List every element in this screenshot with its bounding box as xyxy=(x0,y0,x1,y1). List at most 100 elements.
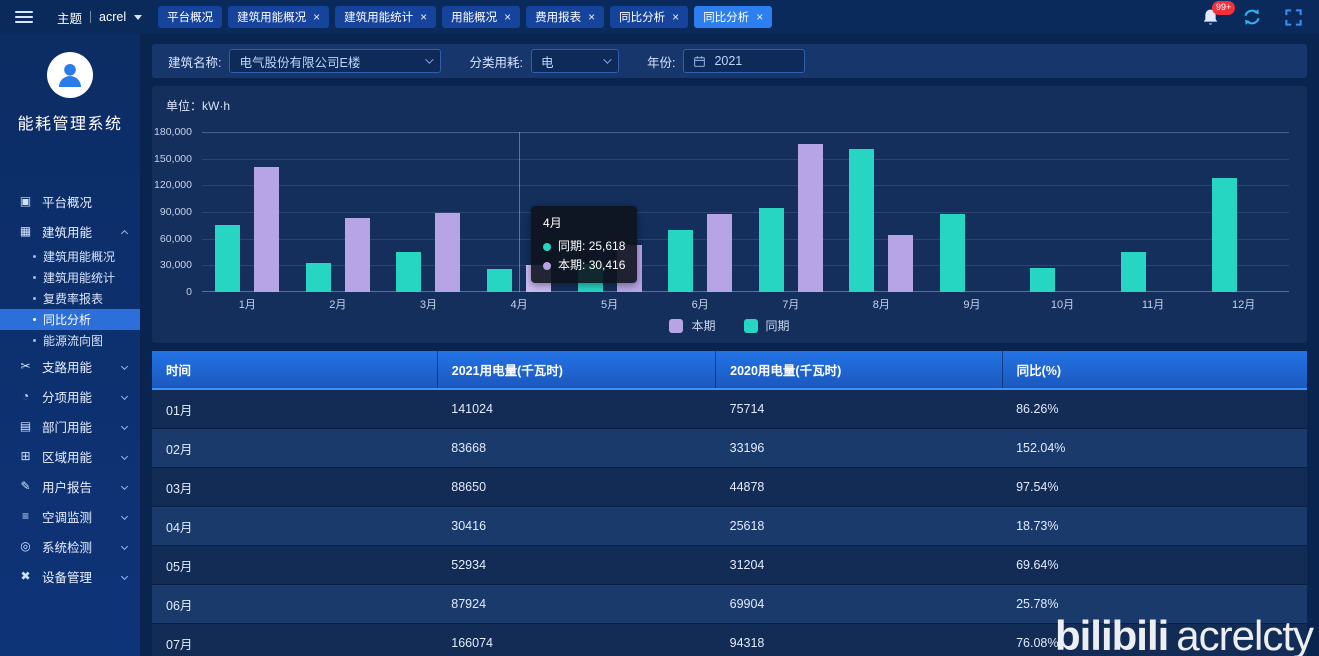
table-cell: 97.54% xyxy=(1002,467,1307,507)
table-cell: 33196 xyxy=(715,428,1003,468)
chevron-up-icon xyxy=(120,229,129,238)
hamburger-menu-icon[interactable] xyxy=(15,11,33,23)
sidebar-item-label: 用户报告 xyxy=(42,480,93,495)
table-row: 02月 83668 33196 152.04% xyxy=(152,428,1307,468)
tab-platform-overview[interactable]: 平台概况 xyxy=(158,6,223,28)
topbar: 主题 acrel 平台概况 建筑用能概况 × 建筑用能统计 × 用能概况 × 费用报表 × 同比分… xyxy=(0,0,1319,34)
y-tick-label: 150,000 xyxy=(154,152,192,165)
bar-同期-11月[interactable] xyxy=(1121,252,1147,292)
bar-本期-6月[interactable] xyxy=(707,213,733,292)
sidebar-menu: ▣ 平台概况 ▦ 建筑用能 建筑用能概况建筑用能统计复费率报表 同比分析能源流向图 ✂ 支路用… xyxy=(0,186,140,591)
tab-close-icon[interactable]: × xyxy=(588,11,595,23)
fullscreen-button[interactable] xyxy=(1284,8,1303,27)
sidebar-subitem-building-energy-overview[interactable]: 建筑用能概况 xyxy=(0,246,140,267)
bar-同期-12月[interactable] xyxy=(1211,178,1237,292)
y-tick-label: 30,000 xyxy=(159,259,192,272)
bar-本期-3月[interactable] xyxy=(435,213,461,292)
bar-同期-9月[interactable] xyxy=(939,213,965,292)
bar-同期-3月[interactable] xyxy=(396,252,422,292)
legend-item-本期[interactable]: 本期 xyxy=(669,317,716,334)
building-select[interactable]: 电气股份有限公司E楼 xyxy=(229,49,442,73)
user-menu[interactable]: acrel xyxy=(99,10,126,24)
bar-本期-8月[interactable] xyxy=(888,234,914,292)
sidebar-subitem-label: 建筑用能统计 xyxy=(43,271,116,285)
tab-building-energy-stats[interactable]: 建筑用能统计 × xyxy=(335,6,437,28)
legend-marker-icon xyxy=(743,318,758,333)
sidebar-subitem-building-energy-stats[interactable]: 建筑用能统计 xyxy=(0,267,140,288)
tab-close-icon[interactable]: × xyxy=(504,11,511,23)
chart-plot-area: 4月 同期: 25,618 本期: 30,416 xyxy=(202,132,1289,292)
tab-yoy-analysis-2[interactable]: 同比分析 × xyxy=(694,6,773,28)
table-cell: 88650 xyxy=(437,467,716,507)
chevron-down-icon xyxy=(134,14,143,20)
chart-tooltip: 4月 同期: 25,618 本期: 30,416 xyxy=(531,206,638,283)
refresh-button[interactable] xyxy=(1242,7,1262,27)
tab-close-icon[interactable]: × xyxy=(420,11,427,23)
table-cell: 94318 xyxy=(715,623,1003,656)
bar-同期-2月[interactable] xyxy=(305,262,331,292)
y-tick-label: 60,000 xyxy=(159,232,192,245)
sidebar-subitem-yoy-analysis[interactable]: 同比分析 xyxy=(0,309,140,330)
tab-cost-report[interactable]: 费用报表 × xyxy=(526,6,605,28)
sidebar-item-branch-energy[interactable]: ✂ 支路用能 xyxy=(0,351,140,381)
topbar-actions: 99+ xyxy=(1201,0,1303,27)
tab-close-icon[interactable]: × xyxy=(756,11,763,23)
table-cell: 05月 xyxy=(152,545,438,585)
fullscreen-icon xyxy=(1285,8,1302,26)
app-root: 主题 acrel 平台概况 建筑用能概况 × 建筑用能统计 × 用能概况 × 费用报表 × 同比分… xyxy=(0,0,1319,656)
sidebar-item-user-report[interactable]: ✎ 用户报告 xyxy=(0,471,140,501)
sidebar-item-ac-monitoring[interactable]: ≡ 空调监测 xyxy=(0,501,140,531)
legend-item-同期[interactable]: 同期 xyxy=(743,317,790,334)
tab-yoy-analysis[interactable]: 同比分析 × xyxy=(610,6,689,28)
bar-group-month-2 xyxy=(293,132,384,292)
notification-bell-icon[interactable]: 99+ xyxy=(1201,0,1236,27)
bar-同期-4月[interactable] xyxy=(487,269,513,292)
legend-label: 同期 xyxy=(765,319,790,333)
bar-同期-10月[interactable] xyxy=(1030,268,1056,292)
tab-label: 建筑用能统计 xyxy=(344,12,414,24)
table-cell: 06月 xyxy=(152,584,438,624)
category-select[interactable]: 电 xyxy=(530,49,619,73)
tab-close-icon[interactable]: × xyxy=(672,11,679,23)
tab-label: 用能概况 xyxy=(451,12,498,24)
sidebar-item-device-management[interactable]: ✖ 设备管理 xyxy=(0,561,140,591)
sidebar-item-system-check[interactable]: ◎ 系统检测 xyxy=(0,531,140,561)
tab-building-energy-overview[interactable]: 建筑用能概况 × xyxy=(228,6,330,28)
tab-energy-overview[interactable]: 用能概况 × xyxy=(442,6,521,28)
tab-label: 建筑用能概况 xyxy=(237,12,307,24)
column-header: 2020用电量(千瓦时) xyxy=(715,351,1003,390)
bar-同期-7月[interactable] xyxy=(758,208,784,292)
sidebar-item-subitem-energy[interactable]: ◔ 分项用能 xyxy=(0,381,140,411)
bar-同期-8月[interactable] xyxy=(849,149,875,292)
bar-本期-7月[interactable] xyxy=(797,144,823,292)
bar-同期-6月[interactable] xyxy=(668,229,694,292)
app-title: 能耗管理系统 xyxy=(17,116,123,133)
sidebar-item-building-energy[interactable]: ▦ 建筑用能 xyxy=(0,216,140,246)
x-tick-label: 4月 xyxy=(510,299,528,311)
sidebar-subitem-energy-flow-diagram[interactable]: 能源流向图 xyxy=(0,330,140,351)
sidebar-item-platform-overview[interactable]: ▣ 平台概况 xyxy=(0,186,140,216)
bar-本期-1月[interactable] xyxy=(254,166,280,292)
filter-bar: 建筑名称: 电气股份有限公司E楼 分类用耗: 电 年份: 2021 xyxy=(152,44,1307,78)
watermark-brand: bilibili xyxy=(1054,612,1169,656)
sidebar-item-region-energy[interactable]: ⊞ 区域用能 xyxy=(0,441,140,471)
tab-close-icon[interactable]: × xyxy=(313,11,320,23)
sidebar-subitem-tariff-report[interactable]: 复费率报表 xyxy=(0,288,140,309)
theme-label[interactable]: 主题 xyxy=(57,8,82,27)
bar-同期-1月[interactable] xyxy=(215,224,241,292)
table-cell: 75714 xyxy=(715,389,1003,429)
user-avatar-icon xyxy=(58,63,82,88)
table-cell: 02月 xyxy=(152,428,438,468)
bullet-icon xyxy=(33,255,36,258)
device-icon: ✖ xyxy=(20,569,31,583)
year-picker[interactable]: 2021 xyxy=(683,49,806,73)
sidebar-item-label: 系统检测 xyxy=(42,540,93,555)
tab-label: 同比分析 xyxy=(619,12,666,24)
building-select-value: 电气股份有限公司E楼 xyxy=(239,55,361,70)
calendar-icon xyxy=(694,55,706,67)
bar-本期-2月[interactable] xyxy=(344,217,370,292)
sidebar-item-department-energy[interactable]: ▤ 部门用能 xyxy=(0,411,140,441)
x-tick-label: 11月 xyxy=(1141,299,1165,311)
sidebar-subitem-label: 能源流向图 xyxy=(43,334,104,348)
report-icon: ✎ xyxy=(20,479,31,493)
